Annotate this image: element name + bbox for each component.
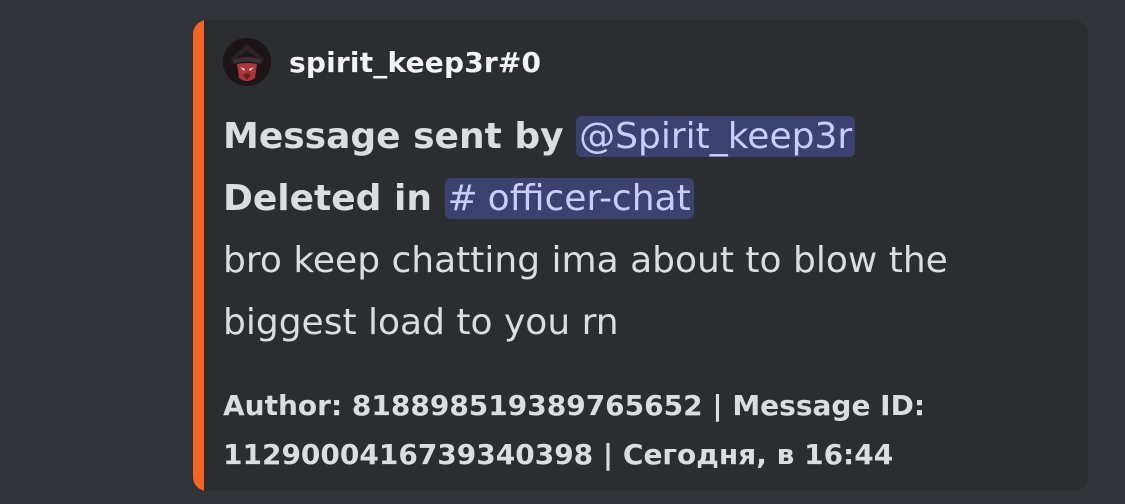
deleted-in-line: Deleted in # officer-chat xyxy=(223,168,1063,230)
hooded-figure-icon xyxy=(223,38,271,86)
embed-accent-bar xyxy=(193,20,204,491)
author-name[interactable]: spirit_keep3r#0 xyxy=(289,46,541,79)
embed-author[interactable]: spirit_keep3r#0 xyxy=(223,38,541,86)
channel-mention[interactable]: # officer-chat xyxy=(444,178,694,219)
deleted-in-label: Deleted in xyxy=(223,178,432,219)
deleted-message-embed: spirit_keep3r#0 Message sent by @Spirit_… xyxy=(193,20,1088,491)
channel-hash-icon: # xyxy=(447,178,478,219)
author-avatar[interactable] xyxy=(223,38,271,86)
channel-name: officer-chat xyxy=(487,178,691,219)
sent-by-label: Message sent by xyxy=(223,116,564,157)
user-mention[interactable]: @Spirit_keep3r xyxy=(576,116,856,157)
deleted-message-content: bro keep chatting ima about to blow the … xyxy=(223,240,948,343)
embed-description: Message sent by @Spirit_keep3r Deleted i… xyxy=(223,106,1063,354)
sent-by-line: Message sent by @Spirit_keep3r xyxy=(223,106,1063,168)
embed-footer: Author: 818898519389765652 | Message ID:… xyxy=(223,389,926,471)
